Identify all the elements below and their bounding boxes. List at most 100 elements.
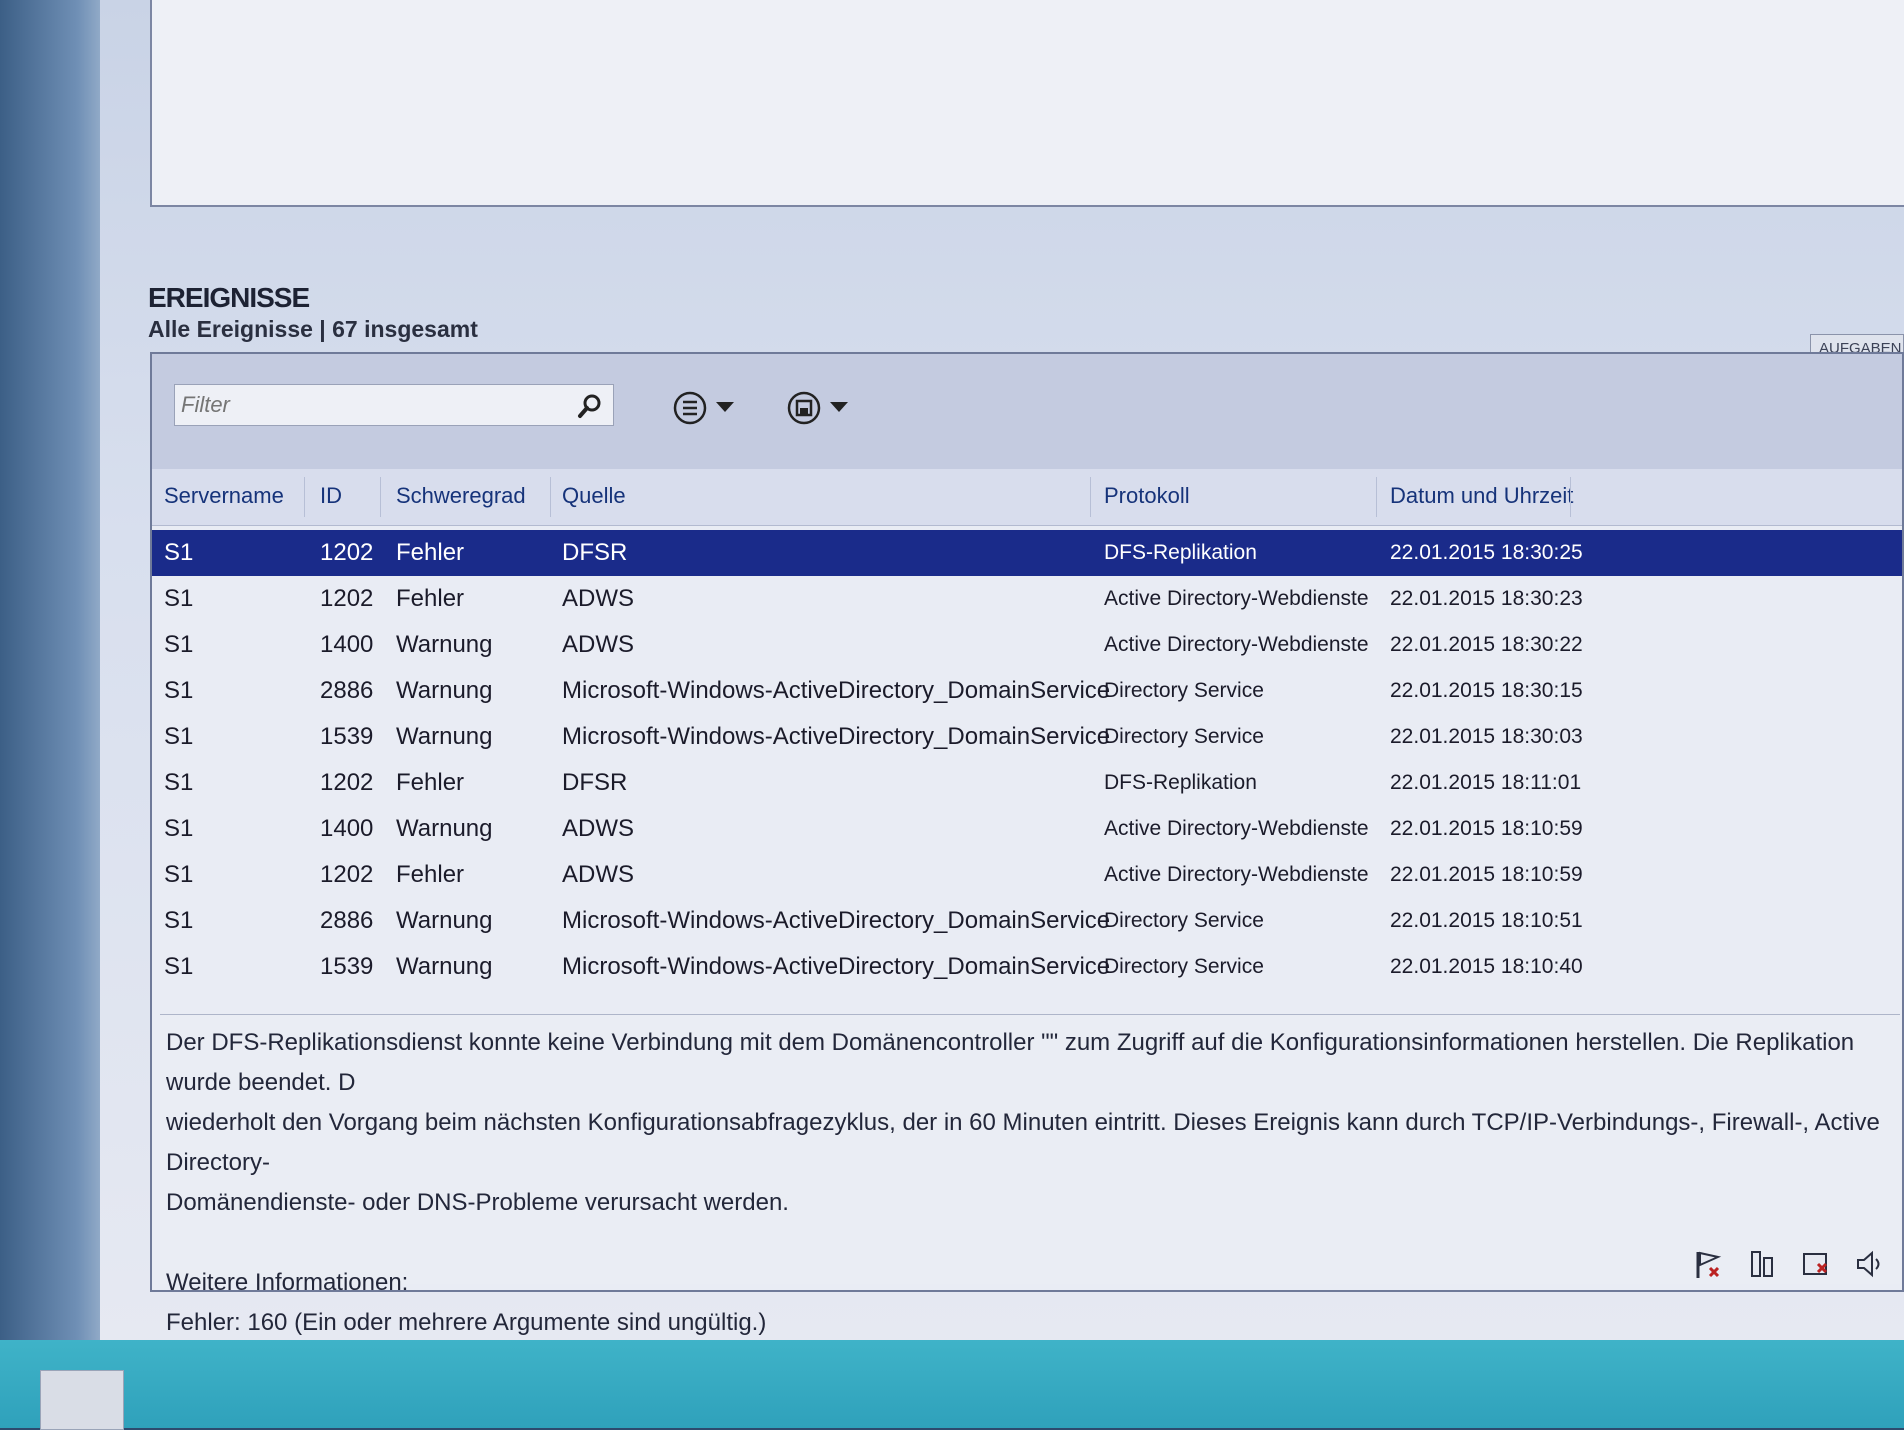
cell-server: S1 [164, 907, 194, 934]
cell-id: 1202 [320, 585, 374, 612]
table-row[interactable]: S1 1202 Fehler ADWS Active Directory-Web… [152, 576, 1902, 622]
details-text-line: Domänendienste- oder DNS-Probleme verurs… [166, 1189, 789, 1216]
details-text-line: Der DFS-Replikationsdienst konnte keine … [166, 1029, 1855, 1096]
cell-datetime: 22.01.2015 18:11:01 [1390, 771, 1582, 794]
events-toolbar [152, 354, 1902, 469]
cell-source: ADWS [562, 861, 634, 888]
cell-server: S1 [164, 815, 194, 842]
notification-flag-icon[interactable] [1692, 1248, 1724, 1280]
cell-server: S1 [164, 861, 194, 888]
cell-source: ADWS [562, 585, 634, 612]
cell-log: Active Directory-Webdienste [1104, 863, 1369, 886]
filter-input[interactable] [175, 385, 563, 425]
cell-source: Microsoft-Windows-ActiveDirectory_Domain… [562, 953, 1111, 980]
column-separator [1090, 477, 1091, 517]
table-row[interactable]: S1 1202 Fehler ADWS Active Directory-Web… [152, 852, 1902, 898]
cell-source: ADWS [562, 815, 634, 842]
cell-source: DFSR [562, 539, 628, 566]
cell-source: Microsoft-Windows-ActiveDirectory_Domain… [562, 677, 1111, 704]
cell-log: Active Directory-Webdienste [1104, 817, 1369, 840]
cell-id: 1539 [320, 953, 374, 980]
desktop-left-edge [0, 0, 110, 1340]
cell-server: S1 [164, 723, 194, 750]
view-options-button[interactable] [672, 390, 734, 426]
cell-server: S1 [164, 539, 194, 566]
column-separator [550, 477, 551, 517]
cell-id: 1539 [320, 723, 374, 750]
column-separator [304, 477, 305, 517]
taskbar-app-icon[interactable] [40, 1370, 124, 1430]
cell-datetime: 22.01.2015 18:30:22 [1390, 633, 1583, 656]
action-center-icon[interactable] [1800, 1248, 1832, 1280]
cell-log: Directory Service [1104, 679, 1264, 702]
network-icon[interactable] [1746, 1248, 1778, 1280]
save-query-button[interactable] [786, 390, 848, 426]
column-separator [380, 477, 381, 517]
column-header-id[interactable]: ID [320, 483, 342, 509]
cell-datetime: 22.01.2015 18:10:40 [1390, 955, 1583, 978]
cell-datetime: 22.01.2015 18:10:59 [1390, 863, 1583, 886]
cell-datetime: 22.01.2015 18:30:23 [1390, 587, 1583, 610]
cell-source: Microsoft-Windows-ActiveDirectory_Domain… [562, 723, 1111, 750]
details-text-line: Weitere Informationen: [166, 1269, 409, 1296]
cell-log: Directory Service [1104, 909, 1264, 932]
cell-id: 1202 [320, 539, 374, 566]
events-table-header: Servername ID Schweregrad Quelle Protoko… [152, 469, 1902, 526]
cell-datetime: 22.01.2015 18:30:15 [1390, 679, 1583, 702]
filter-box[interactable] [174, 384, 614, 426]
volume-icon[interactable] [1854, 1248, 1886, 1280]
cell-datetime: 22.01.2015 18:30:03 [1390, 725, 1583, 748]
save-query-icon [787, 391, 821, 425]
cell-datetime: 22.01.2015 18:10:59 [1390, 817, 1583, 840]
event-details-pane: Der DFS-Replikationsdienst konnte keine … [160, 1014, 1900, 1336]
column-separator [1376, 477, 1377, 517]
details-text-line: Fehler: 160 (Ein oder mehrere Argumente … [166, 1309, 767, 1336]
cell-severity: Warnung [396, 677, 493, 704]
table-row[interactable]: S1 1539 Warnung Microsoft-Windows-Active… [152, 944, 1902, 990]
cell-log: DFS-Replikation [1104, 541, 1257, 564]
column-header-servername[interactable]: Servername [164, 483, 284, 509]
cell-id: 2886 [320, 677, 374, 704]
table-row[interactable]: S1 1202 Fehler DFSR DFS-Replikation 22.0… [152, 530, 1902, 576]
cell-id: 1202 [320, 769, 374, 796]
cell-source: Microsoft-Windows-ActiveDirectory_Domain… [562, 907, 1111, 934]
system-tray [1692, 1248, 1886, 1280]
cell-log: Directory Service [1104, 725, 1264, 748]
table-row[interactable]: S1 1400 Warnung ADWS Active Directory-We… [152, 622, 1902, 668]
cell-server: S1 [164, 585, 194, 612]
cell-severity: Fehler [396, 539, 465, 566]
table-row[interactable]: S1 1202 Fehler DFSR DFS-Replikation 22.0… [152, 760, 1902, 806]
cell-log: Directory Service [1104, 955, 1264, 978]
cell-severity: Fehler [396, 861, 465, 888]
column-header-severity[interactable]: Schweregrad [396, 483, 526, 509]
upper-content-panel [150, 0, 1904, 207]
cell-server: S1 [164, 677, 194, 704]
table-row[interactable]: S1 2886 Warnung Microsoft-Windows-Active… [152, 668, 1902, 714]
cell-id: 2886 [320, 907, 374, 934]
cell-severity: Fehler [396, 769, 465, 796]
table-row[interactable]: S1 1539 Warnung Microsoft-Windows-Active… [152, 714, 1902, 760]
cell-log: Active Directory-Webdienste [1104, 633, 1369, 656]
cell-log: Active Directory-Webdienste [1104, 587, 1369, 610]
cell-severity: Warnung [396, 815, 493, 842]
cell-severity: Warnung [396, 953, 493, 980]
cell-server: S1 [164, 769, 194, 796]
chevron-down-icon [716, 402, 734, 412]
column-header-datetime[interactable]: Datum und Uhrzeit [1390, 483, 1573, 509]
details-blank-line [166, 1223, 1894, 1263]
table-row[interactable]: S1 2886 Warnung Microsoft-Windows-Active… [152, 898, 1902, 944]
cell-log: DFS-Replikation [1104, 771, 1257, 794]
cell-severity: Warnung [396, 631, 493, 658]
details-text-line: wiederholt den Vorgang beim nächsten Kon… [166, 1109, 1880, 1176]
column-header-log[interactable]: Protokoll [1104, 483, 1190, 509]
cell-severity: Warnung [396, 907, 493, 934]
table-row[interactable]: S1 1400 Warnung ADWS Active Directory-We… [152, 806, 1902, 852]
taskbar [0, 1340, 1904, 1428]
column-header-source[interactable]: Quelle [562, 483, 626, 509]
cell-severity: Fehler [396, 585, 465, 612]
cell-source: DFSR [562, 769, 628, 796]
cell-source: ADWS [562, 631, 634, 658]
search-icon[interactable] [577, 393, 603, 419]
cell-id: 1202 [320, 861, 374, 888]
cell-server: S1 [164, 953, 194, 980]
